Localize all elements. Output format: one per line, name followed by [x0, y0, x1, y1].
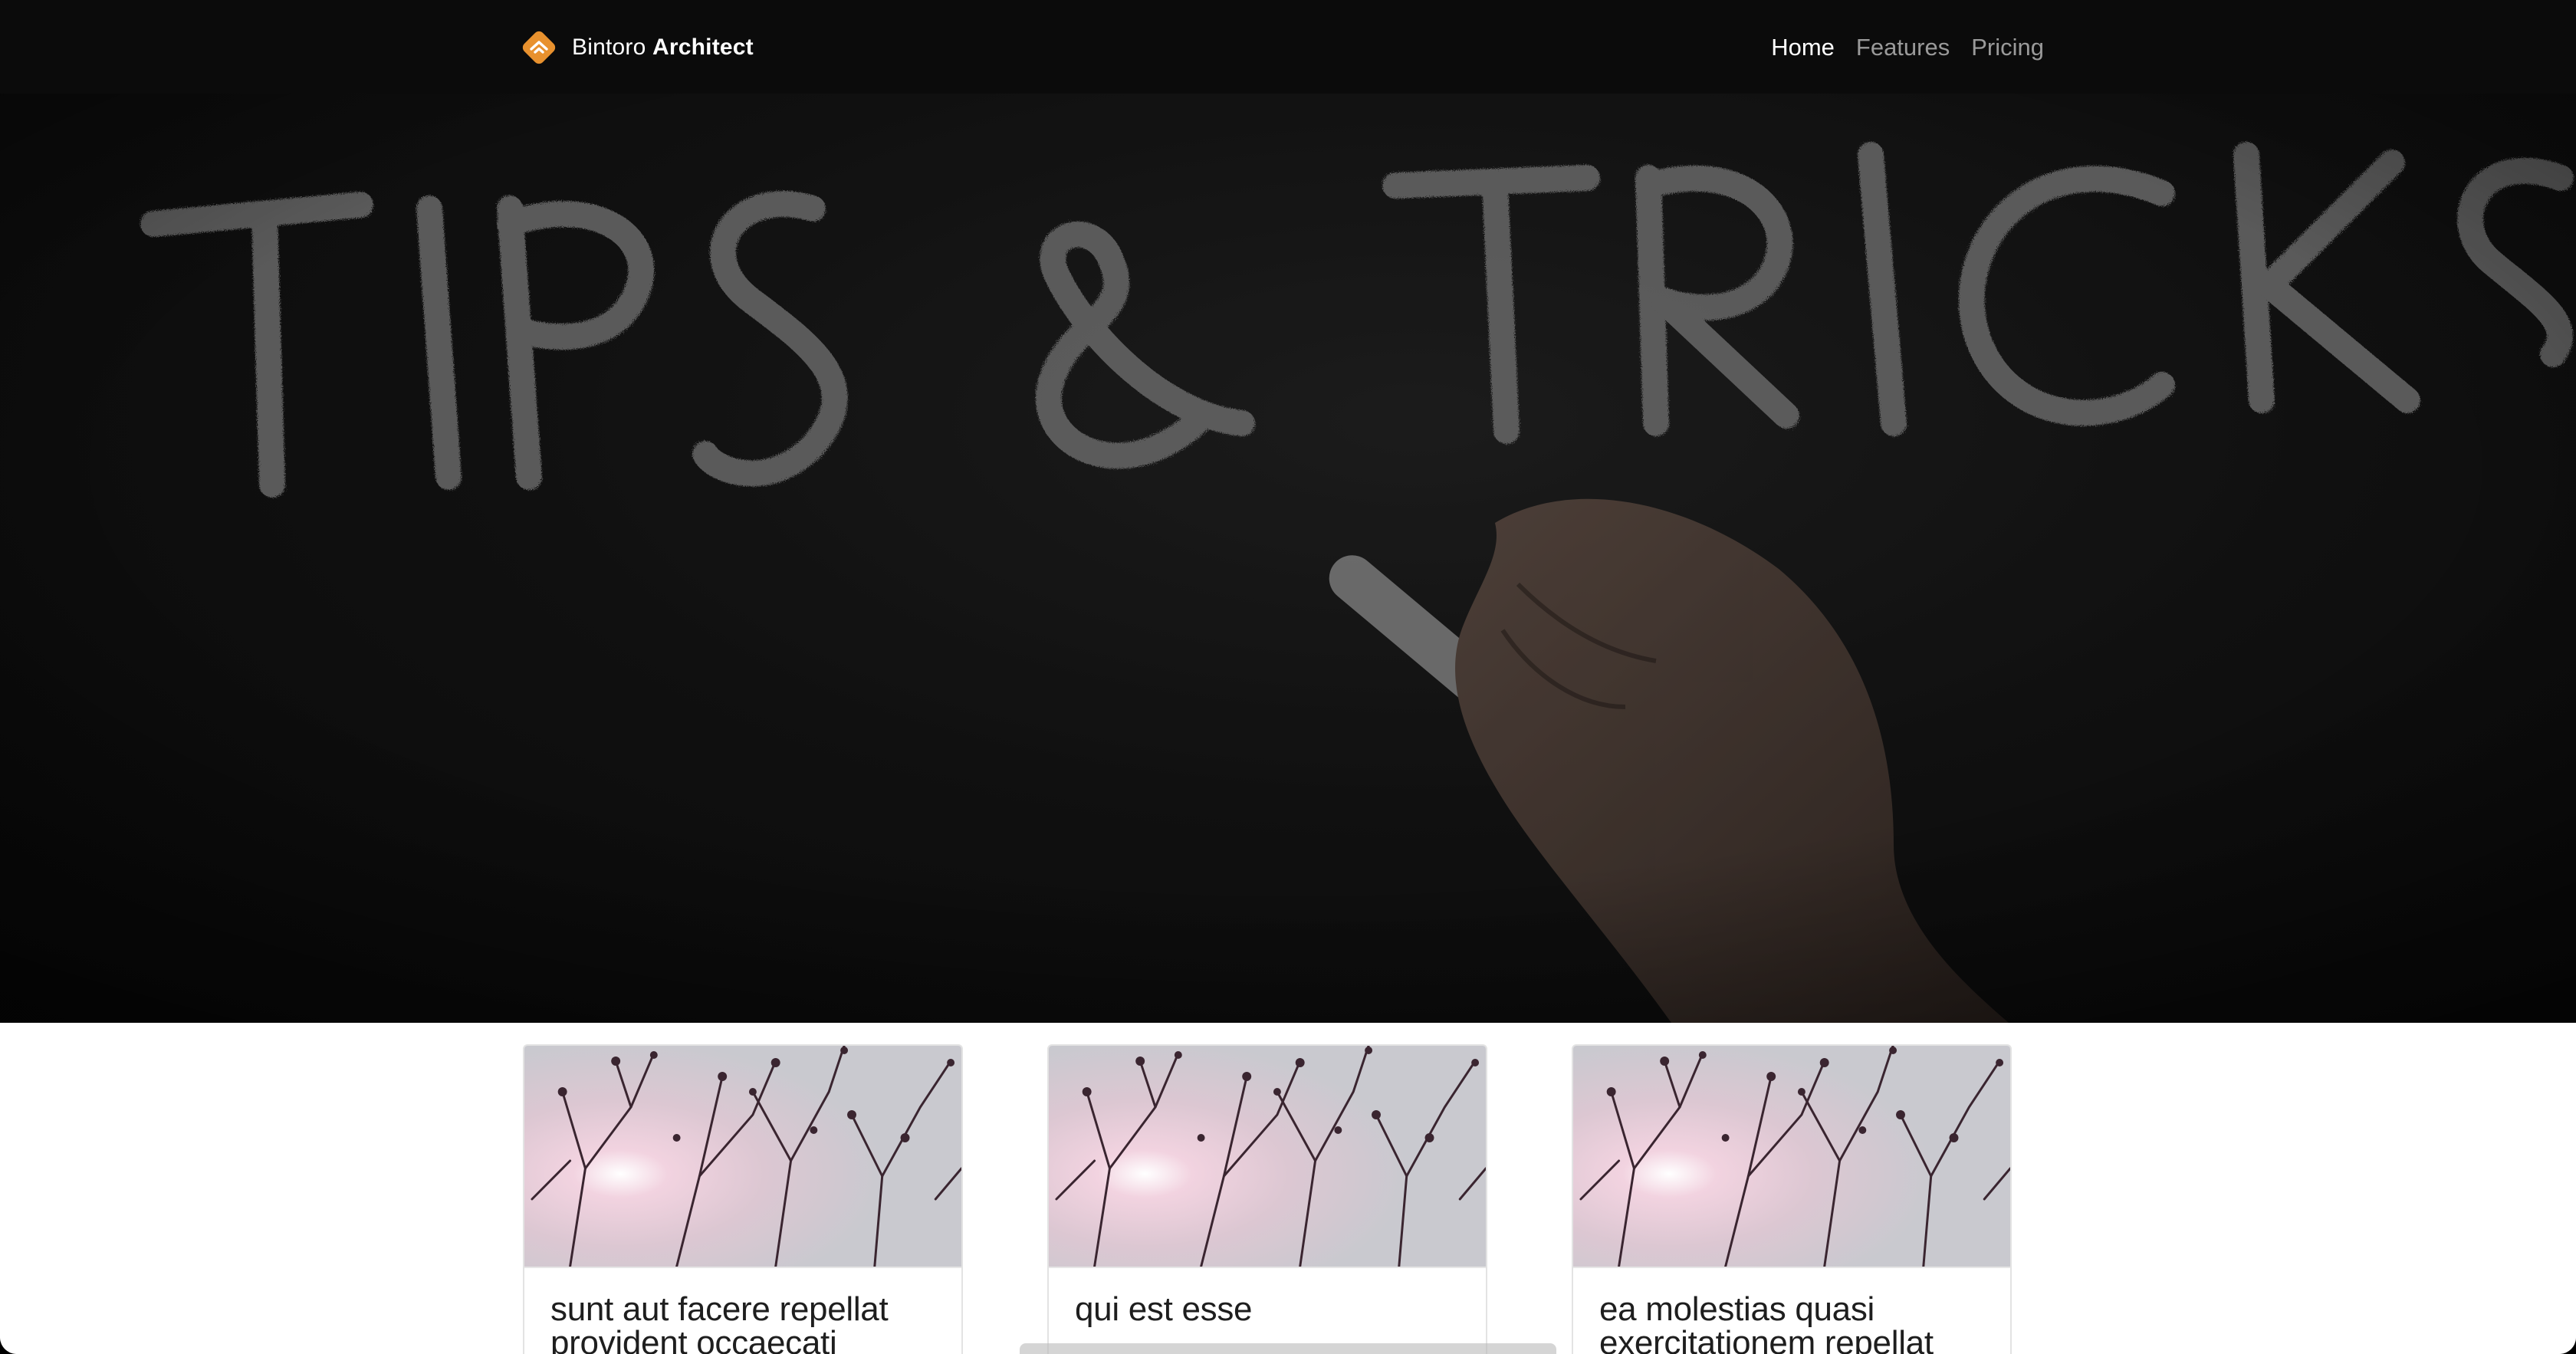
brand-name: Bintoro Architect	[572, 35, 754, 61]
dock-edge	[1020, 1343, 1556, 1354]
card-title[interactable]: sunt aut facere repellat provident occae…	[550, 1293, 935, 1354]
post-card[interactable]: ea molestias quasi exercitationem repell…	[1572, 1044, 2012, 1354]
nav-pricing-link[interactable]: Pricing	[1971, 34, 2044, 61]
diamond-house-icon	[522, 31, 556, 64]
chalkboard-tips-and-tricks-image	[0, 94, 2576, 1023]
tree-silhouette-image	[524, 1046, 961, 1268]
cards-section: sunt aut facere repellat provident occae…	[0, 1023, 2576, 1354]
brand-name-light: Bintoro	[572, 35, 646, 60]
nav-links: Home Features Pricing	[1771, 29, 2044, 66]
nav-home-link[interactable]: Home	[1771, 34, 1835, 61]
navbar: Bintoro Architect Home Features Pricing	[0, 0, 2576, 94]
brand[interactable]: Bintoro Architect	[521, 29, 754, 66]
page: Bintoro Architect Home Features Pricing	[0, 0, 2576, 1354]
hero-banner	[0, 94, 2576, 1023]
tree-silhouette-image	[1573, 1046, 2010, 1268]
tree-silhouette-image	[1049, 1046, 1486, 1268]
card-title[interactable]: ea molestias quasi exercitationem repell…	[1599, 1293, 1984, 1354]
card-title[interactable]: qui est esse	[1075, 1293, 1460, 1326]
post-card[interactable]: qui est esse	[1047, 1044, 1487, 1354]
nav-features-link[interactable]: Features	[1856, 34, 1950, 61]
post-card[interactable]: sunt aut facere repellat provident occae…	[523, 1044, 963, 1354]
brand-name-bold: Architect	[652, 35, 754, 60]
